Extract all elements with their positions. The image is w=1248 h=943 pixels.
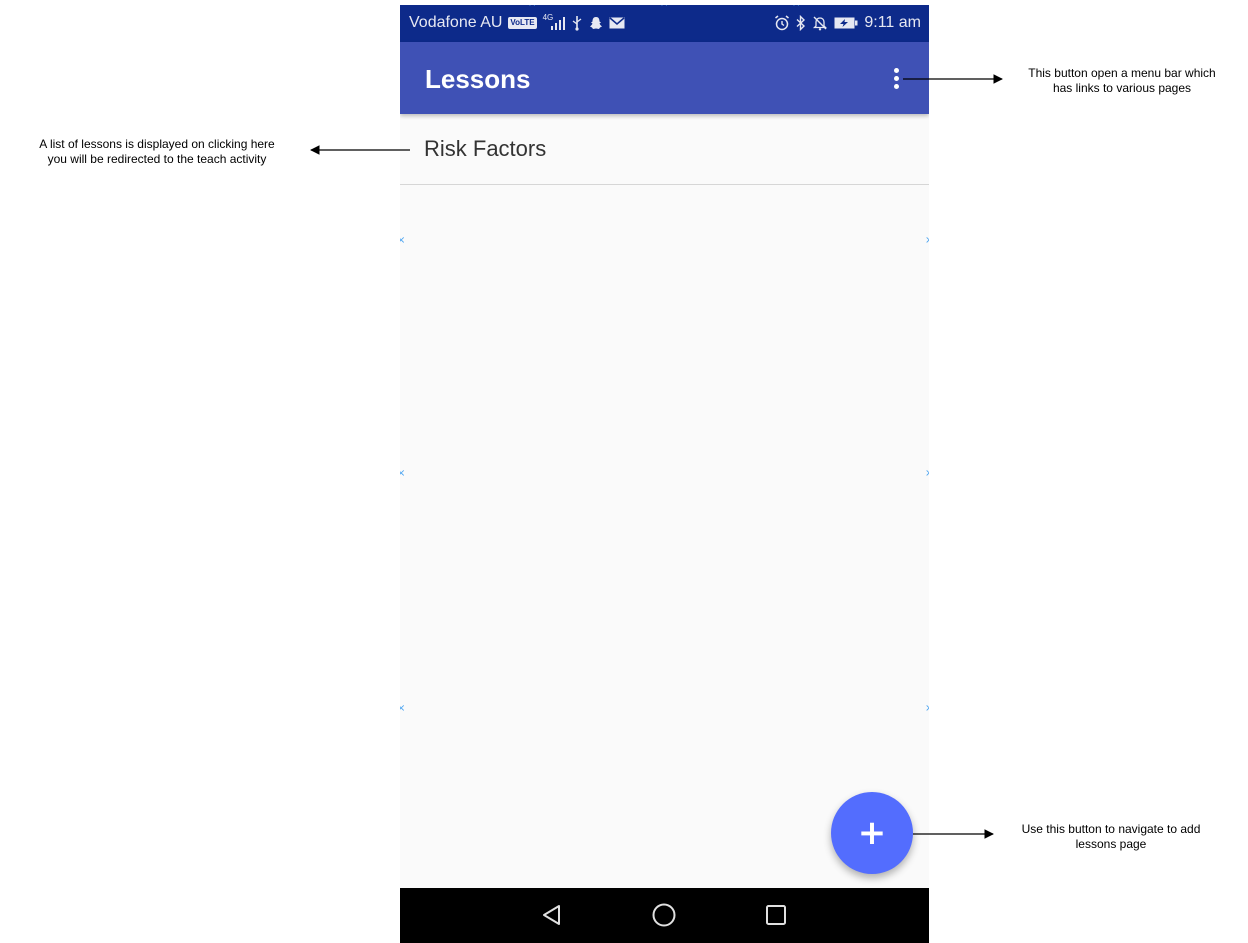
- plus-icon: +: [857, 813, 887, 853]
- layout-marker: ×: [400, 703, 406, 714]
- usb-icon: [571, 15, 583, 31]
- layout-marker: ×: [400, 468, 406, 479]
- volte-icon: VoLTE: [508, 15, 537, 31]
- list-item[interactable]: Risk Factors: [400, 114, 929, 185]
- alarm-icon: [774, 15, 790, 31]
- network-type-label: 4G: [542, 12, 554, 22]
- more-vert-icon-dot: [893, 83, 899, 89]
- menu-annotation-line1: This button open a menu bar which: [1028, 66, 1216, 80]
- fab-annotation: Use this button to navigate to add lesso…: [996, 822, 1226, 852]
- battery-charging-icon: [834, 15, 858, 31]
- status-bar: Vodafone AU VoLTE 4G 9:11 am: [400, 5, 929, 42]
- layout-marker: ×: [925, 469, 929, 479]
- layout-marker: ×: [925, 704, 929, 714]
- overflow-menu-button[interactable]: [884, 62, 908, 94]
- snapchat-icon: [589, 15, 603, 31]
- layout-marker: ×: [660, 5, 668, 9]
- home-icon: [652, 903, 676, 927]
- layout-marker: ×: [528, 5, 536, 9]
- status-left: Vodafone AU VoLTE 4G: [409, 12, 625, 32]
- more-vert-icon-dot: [893, 75, 899, 81]
- fab-annotation-line1: Use this button to navigate to add: [1021, 822, 1201, 836]
- menu-annotation: This button open a menu bar which has li…: [1004, 66, 1240, 96]
- volte-badge: VoLTE: [508, 17, 537, 29]
- carrier-label: Vodafone AU: [409, 14, 503, 31]
- app-bar: Lessons: [400, 42, 929, 114]
- layout-marker: ×: [792, 5, 800, 9]
- lesson-label: Risk Factors: [424, 136, 547, 161]
- recents-button[interactable]: [761, 900, 791, 930]
- home-button[interactable]: [649, 900, 679, 930]
- list-annotation: A list of lessons is displayed on clicki…: [6, 137, 308, 167]
- clock-label: 9:11 am: [864, 14, 921, 31]
- page-title: Lessons: [425, 64, 531, 94]
- fab-annotation-line2: lessons page: [1075, 837, 1147, 851]
- more-vert-icon: [893, 67, 899, 73]
- system-nav-bar: [400, 888, 929, 943]
- signal-icon: 4G: [542, 12, 566, 31]
- list-annotation-line2: you will be redirected to the teach acti…: [47, 152, 267, 166]
- bluetooth-icon: [796, 15, 806, 31]
- layout-marker: ×: [925, 236, 929, 246]
- back-icon: [543, 905, 560, 925]
- recents-icon: [766, 905, 786, 925]
- mail-icon: [609, 15, 625, 31]
- status-right: 9:11 am: [774, 14, 921, 32]
- phone-screen: Vodafone AU VoLTE 4G 9:11 am Lessons Ris…: [400, 5, 929, 943]
- add-lesson-button[interactable]: +: [831, 792, 913, 874]
- list-annotation-line1: A list of lessons is displayed on clicki…: [39, 137, 275, 151]
- notifications-off-icon: [812, 15, 828, 31]
- back-button[interactable]: [537, 900, 567, 930]
- layout-marker: ×: [400, 235, 406, 246]
- annotated-screenshot: Vodafone AU VoLTE 4G 9:11 am Lessons Ris…: [0, 0, 1248, 943]
- menu-annotation-line2: has links to various pages: [1052, 81, 1192, 95]
